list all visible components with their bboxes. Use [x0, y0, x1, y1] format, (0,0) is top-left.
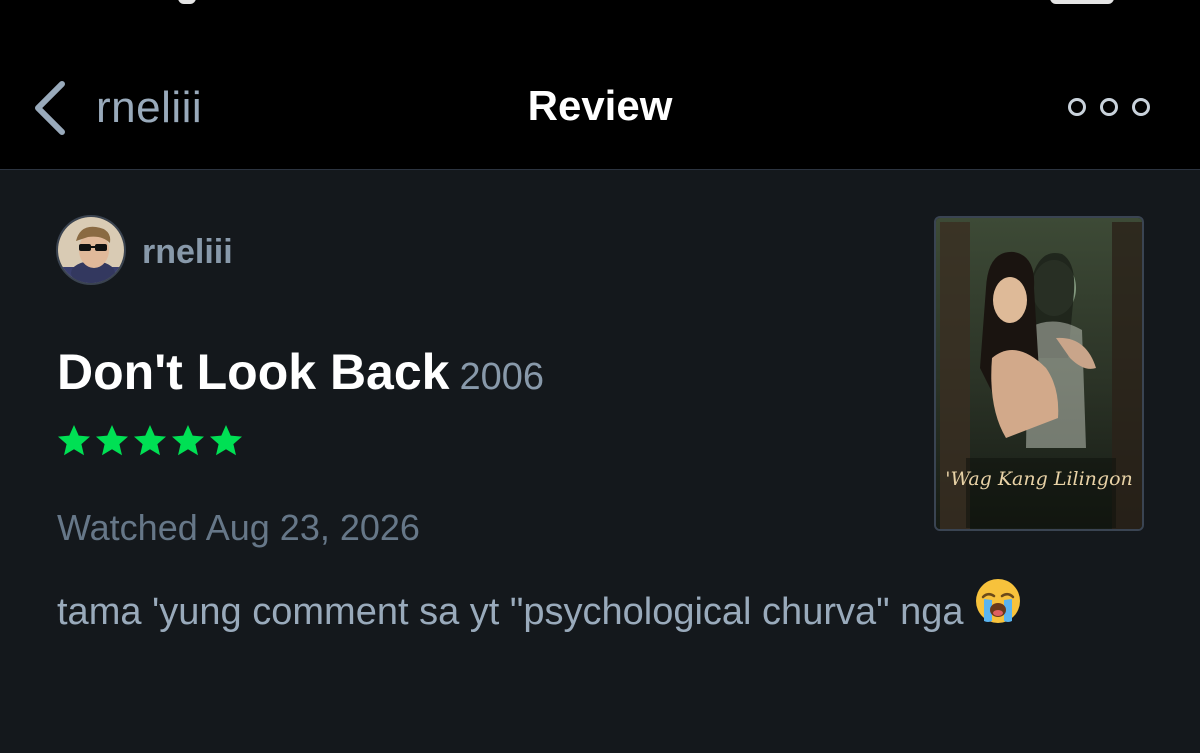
chevron-left-icon: [35, 81, 65, 135]
back-button[interactable]: rneliii: [30, 78, 202, 138]
star-icon: [210, 425, 242, 456]
star-icon: [172, 425, 204, 456]
battery-icon: [1050, 0, 1114, 4]
username[interactable]: rneliii: [142, 233, 233, 272]
review-content: rneliii Don't Look Back 2006 Watched Aug …: [0, 171, 1200, 753]
review-text: tama 'yung comment sa yt "psychological …: [57, 579, 1117, 642]
poster-caption: 'Wag Kang Lilingon: [945, 468, 1133, 490]
status-bar: [0, 0, 1200, 40]
ellipsis-icon: [1068, 98, 1086, 116]
review-body-text: tama 'yung comment sa yt "psychological …: [57, 591, 964, 633]
back-label: rneliii: [96, 83, 203, 132]
more-options-button[interactable]: [1068, 92, 1150, 122]
star-rating: [56, 423, 246, 459]
status-indicator: [178, 0, 196, 4]
watched-date: Watched Aug 23, 2026: [57, 507, 420, 548]
navigation-bar: rneliii Review: [0, 40, 1200, 170]
user-avatar-icon: [58, 217, 124, 283]
star-icon: [96, 425, 128, 456]
star-icon: [58, 425, 90, 456]
loudly-crying-face-icon: [974, 577, 1022, 642]
ellipsis-icon: [1100, 98, 1118, 116]
star-icon: [134, 425, 166, 456]
avatar[interactable]: [56, 215, 126, 285]
film-poster[interactable]: 'Wag Kang Lilingon: [934, 216, 1144, 531]
film-title[interactable]: Don't Look Back: [57, 344, 449, 400]
ellipsis-icon: [1132, 98, 1150, 116]
film-year[interactable]: 2006: [459, 356, 544, 398]
film-heading: Don't Look Back 2006: [57, 343, 544, 401]
